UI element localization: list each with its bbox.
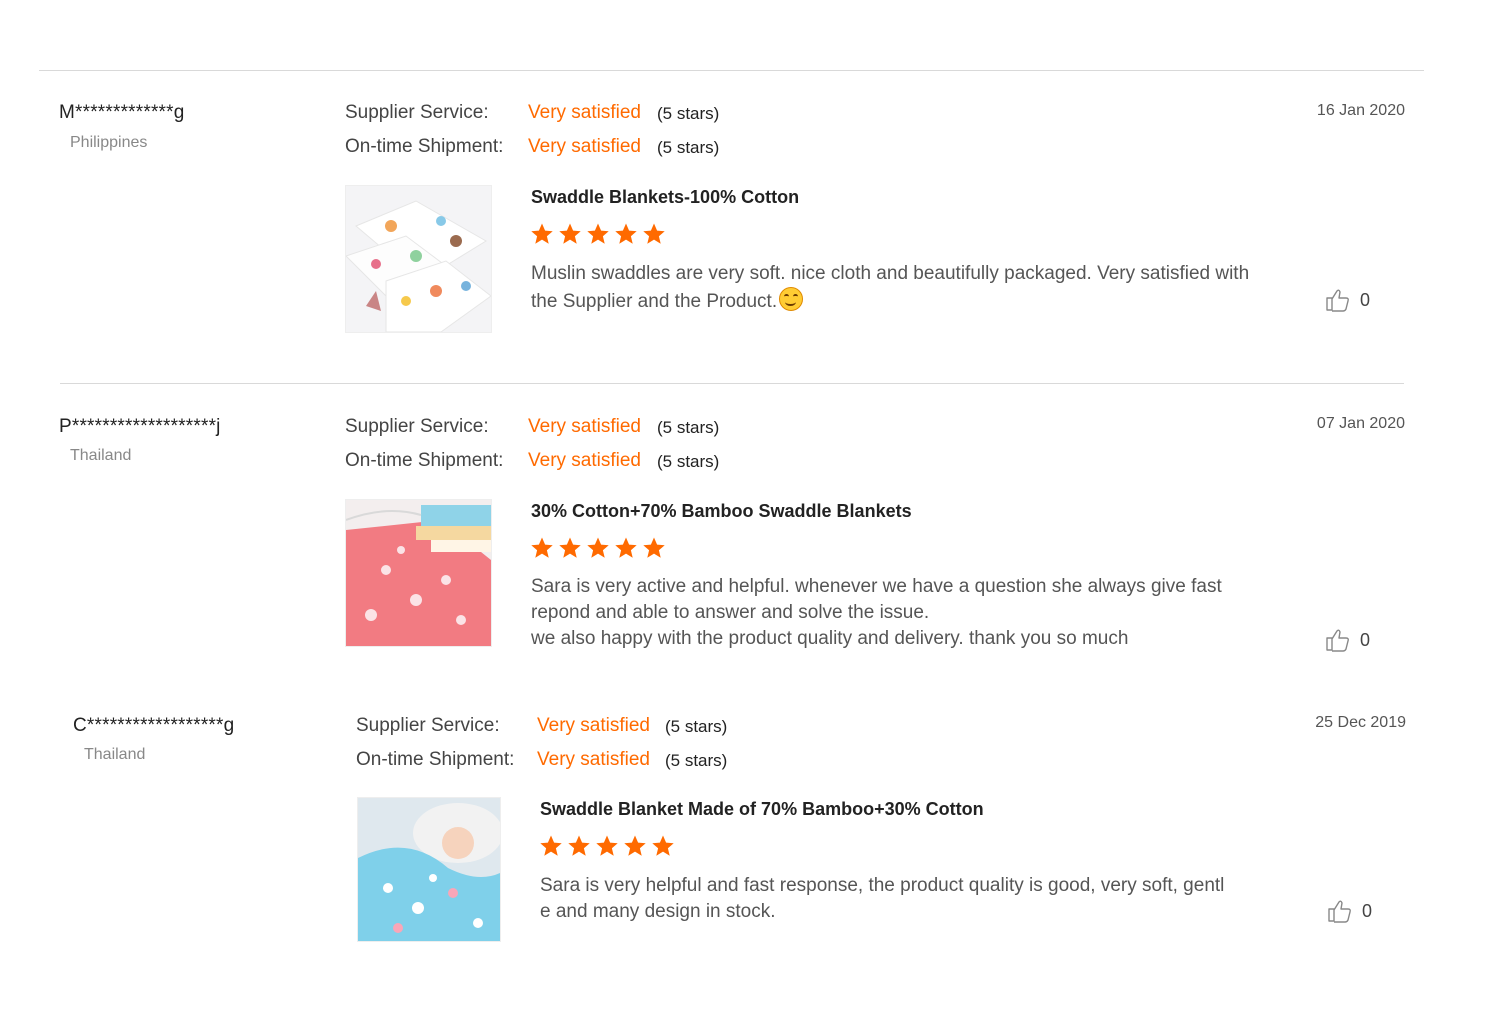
- rating-stars: [530, 536, 670, 562]
- star-icon: [587, 223, 609, 244]
- review-text: Sara is very helpful and fast response, …: [540, 875, 1225, 922]
- thumbs-up-icon: [1326, 629, 1349, 652]
- top-divider: [39, 70, 1424, 71]
- review-text: Sara is very active and helpful. wheneve…: [531, 576, 1222, 649]
- like-count: 0: [1360, 289, 1371, 310]
- shipment-value: Very satisfied: [528, 450, 641, 471]
- star-icon: [643, 537, 665, 558]
- smile-emoji-icon: [779, 287, 804, 311]
- supplier-service-value: Very satisfied: [528, 416, 641, 437]
- like-button[interactable]: 0: [1326, 898, 1372, 924]
- star-icon: [615, 223, 637, 244]
- star-icon: [540, 835, 562, 856]
- supplier-service-value: Very satisfied: [537, 715, 650, 736]
- supplier-service-stars: (5 stars): [665, 717, 728, 736]
- star-icon: [531, 537, 553, 558]
- thumbs-up-icon: [1326, 289, 1349, 312]
- shipment-value: Very satisfied: [528, 136, 641, 157]
- star-icon: [652, 835, 674, 856]
- buyer-country: Thailand: [84, 746, 146, 763]
- star-icon: [531, 223, 553, 244]
- product-thumbnail[interactable]: [345, 185, 492, 333]
- product-title[interactable]: Swaddle Blankets-100% Cotton: [531, 187, 799, 208]
- review-divider: [60, 383, 1404, 384]
- product-title[interactable]: 30% Cotton+70% Bamboo Swaddle Blankets: [531, 501, 912, 522]
- rating-stars: [539, 834, 679, 860]
- shipment-label: On-time Shipment:: [345, 136, 504, 157]
- supplier-service-stars: (5 stars): [657, 418, 720, 437]
- supplier-service-value: Very satisfied: [528, 102, 641, 123]
- supplier-service-stars: (5 stars): [657, 104, 720, 123]
- star-icon: [615, 537, 637, 558]
- buyer-country: Philippines: [70, 134, 148, 151]
- review-date: 07 Jan 2020: [1316, 415, 1405, 432]
- like-count: 0: [1360, 629, 1371, 650]
- star-icon: [624, 835, 646, 856]
- shipment-stars: (5 stars): [665, 751, 728, 770]
- star-icon: [587, 537, 609, 558]
- shipment-value: Very satisfied: [537, 749, 650, 770]
- star-icon: [568, 835, 590, 856]
- like-count: 0: [1362, 900, 1373, 921]
- buyer-name: P*******************j: [59, 416, 221, 437]
- star-icon: [596, 835, 618, 856]
- buyer-country: Thailand: [70, 447, 132, 464]
- supplier-service-label: Supplier Service:: [345, 102, 489, 123]
- supplier-service-label: Supplier Service:: [345, 416, 489, 437]
- like-button[interactable]: 0: [1324, 287, 1370, 313]
- thumbs-up-icon: [1328, 900, 1351, 923]
- shipment-stars: (5 stars): [657, 452, 720, 471]
- buyer-name: C******************g: [73, 715, 235, 736]
- star-icon: [559, 223, 581, 244]
- review-text-body: Muslin swaddles are very soft. nice clot…: [531, 263, 1250, 312]
- rating-stars: [530, 222, 670, 248]
- star-icon: [559, 537, 581, 558]
- shipment-label: On-time Shipment:: [356, 749, 515, 770]
- product-thumbnail[interactable]: [357, 797, 501, 942]
- review-text: Muslin swaddles are very soft. nice clot…: [531, 261, 1251, 315]
- shipment-label: On-time Shipment:: [345, 450, 504, 471]
- like-button[interactable]: 0: [1324, 627, 1370, 653]
- review-date: 16 Jan 2020: [1316, 102, 1405, 119]
- review-date: 25 Dec 2019: [1315, 714, 1406, 731]
- supplier-service-label: Supplier Service:: [356, 715, 500, 736]
- star-icon: [643, 223, 665, 244]
- product-thumbnail[interactable]: [345, 499, 492, 647]
- product-title[interactable]: Swaddle Blanket Made of 70% Bamboo+30% C…: [540, 799, 984, 820]
- shipment-stars: (5 stars): [657, 138, 720, 157]
- buyer-name: M*************g: [59, 102, 185, 123]
